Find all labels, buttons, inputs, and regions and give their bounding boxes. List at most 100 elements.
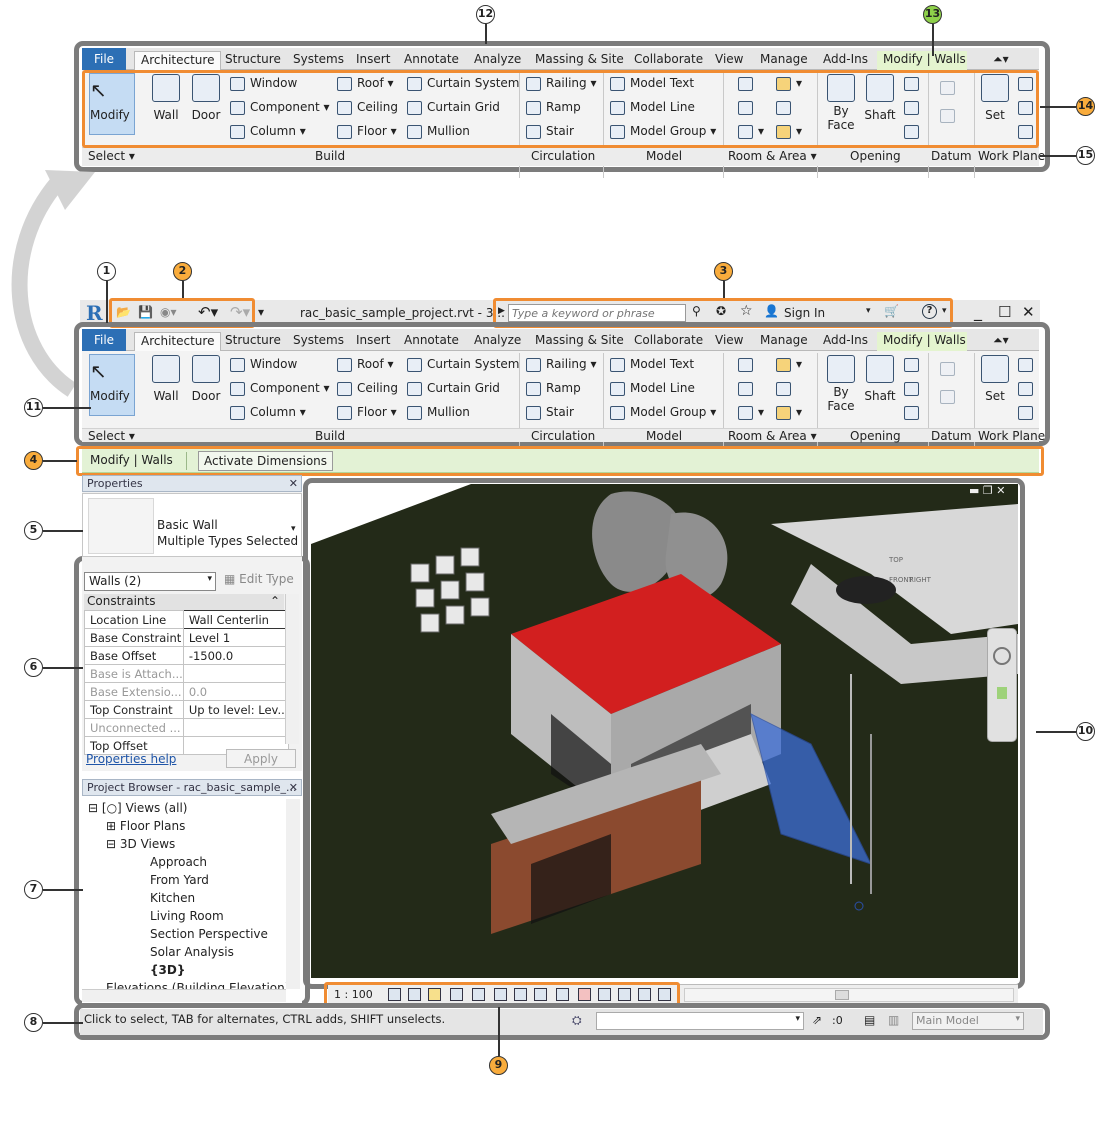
tree-3d-views[interactable]: ⊟ 3D Views <box>106 837 175 851</box>
editable-only-icon[interactable]: ⇗ <box>812 1013 822 1027</box>
tab-analyze[interactable]: Analyze <box>468 332 527 351</box>
properties-scrollbar[interactable] <box>285 594 299 744</box>
edit-type-button[interactable]: ▦ Edit Type <box>224 572 294 586</box>
area-icon[interactable]: ▾ <box>776 357 802 372</box>
door-button[interactable]: Door <box>188 355 224 403</box>
room-area-dropdown[interactable]: Room & Area ▾ <box>728 429 817 443</box>
tab-view[interactable]: View <box>709 51 749 70</box>
ceiling-button[interactable]: Ceiling <box>337 381 398 396</box>
tab-manage[interactable]: Manage <box>754 332 814 351</box>
tab-file[interactable]: File <box>82 329 126 351</box>
tab-systems[interactable]: Systems <box>287 51 350 70</box>
design-option-dropdown[interactable]: Main Model ▾ <box>912 1012 1024 1030</box>
maximize-icon[interactable]: ☐ <box>998 303 1011 321</box>
window-button[interactable]: Window <box>230 357 297 372</box>
tab-manage[interactable]: Manage <box>754 51 814 70</box>
design-options-editable-icon[interactable]: ▥ <box>888 1013 899 1027</box>
tab-massing-site[interactable]: Massing & Site <box>529 51 630 70</box>
viewer-icon[interactable] <box>1018 405 1038 420</box>
tab-modify-walls[interactable]: Modify | Walls <box>877 51 967 70</box>
tree-elevations[interactable]: Elevations (Building Elevation) <box>106 981 289 989</box>
tree-view-3d-current[interactable]: {3D} <box>150 963 185 977</box>
tab-massing-site[interactable]: Massing & Site <box>529 332 630 351</box>
tab-systems[interactable]: Systems <box>287 332 350 351</box>
level-icon[interactable] <box>940 361 960 376</box>
tab-architecture[interactable]: Architecture <box>134 51 222 70</box>
tree-views-all[interactable]: ⊟ [○] Views (all) <box>88 801 188 815</box>
mullion-button[interactable]: Mullion <box>407 405 470 420</box>
view-restore-icon[interactable]: ❐ <box>983 484 993 497</box>
constraints-header[interactable]: Constraints ⌃ <box>84 594 284 610</box>
tab-annotate[interactable]: Annotate <box>398 51 465 70</box>
property-value[interactable]: -1500.0 <box>182 646 290 665</box>
tree-view-from-yard[interactable]: From Yard <box>150 873 209 887</box>
view-close-icon[interactable]: ✕ <box>996 484 1005 497</box>
view-minimize-icon[interactable]: ▬ <box>969 484 979 497</box>
ref-plane-icon[interactable] <box>1018 381 1038 396</box>
show-workplane-icon[interactable] <box>1018 357 1038 372</box>
type-selector[interactable]: Basic Wall Multiple Types Selected ▾ <box>82 493 302 557</box>
browser-hscrollbar[interactable] <box>82 989 286 1002</box>
property-value[interactable]: Level 1 <box>182 628 290 647</box>
model-line-button[interactable]: Model Line <box>610 381 695 396</box>
view-hscrollbar[interactable] <box>684 988 1014 1002</box>
tab-structure[interactable]: Structure <box>219 332 287 351</box>
area-boundary-icon[interactable] <box>776 381 796 396</box>
property-row[interactable]: Base Extensio... 0.0 <box>84 682 290 701</box>
tab-file[interactable]: File <box>82 48 126 70</box>
grid-icon[interactable] <box>940 389 960 404</box>
stair-button[interactable]: Stair <box>526 405 574 420</box>
ribbon-minimize-icon[interactable]: ⏶▾ <box>987 332 1015 351</box>
tab-modify-walls[interactable]: Modify | Walls <box>877 332 967 351</box>
type-dropdown-icon[interactable]: ▾ <box>291 524 296 534</box>
tag-room-icon[interactable] <box>738 381 758 396</box>
wall-opening-icon[interactable] <box>904 357 924 372</box>
property-value[interactable]: 0.0 <box>182 682 290 701</box>
property-row[interactable]: Location Line Wall Centerlin <box>84 610 290 629</box>
tree-floor-plans[interactable]: ⊞ Floor Plans <box>106 819 185 833</box>
instance-selector[interactable]: Walls (2) ▾ <box>84 572 216 591</box>
railing-button[interactable]: Railing ▾ <box>526 357 597 372</box>
properties-help-link[interactable]: Properties help <box>86 752 176 766</box>
close-icon[interactable]: ✕ <box>1022 303 1035 321</box>
property-value[interactable] <box>182 664 290 683</box>
customize-qat-icon[interactable]: ▾ <box>258 305 264 319</box>
apply-button[interactable]: Apply <box>226 749 296 768</box>
model-text-button[interactable]: Model Text <box>610 357 694 372</box>
property-value[interactable]: Wall Centerlin <box>182 610 290 629</box>
properties-close-icon[interactable]: ✕ <box>289 476 298 491</box>
tab-add-ins[interactable]: Add-Ins <box>817 51 874 70</box>
tree-view-kitchen[interactable]: Kitchen <box>150 891 195 905</box>
floor-button[interactable]: Floor ▾ <box>337 405 397 420</box>
property-row[interactable]: Base is Attach... <box>84 664 290 683</box>
component-button[interactable]: Component ▾ <box>230 381 330 396</box>
drawing-area[interactable]: TOP FRONT RIGHT ▬ ❐ ✕ <box>311 484 1018 978</box>
tab-insert[interactable]: Insert <box>350 332 396 351</box>
tab-collaborate[interactable]: Collaborate <box>628 51 709 70</box>
tab-insert[interactable]: Insert <box>350 51 396 70</box>
tree-view-living-room[interactable]: Living Room <box>150 909 224 923</box>
modify-button[interactable]: ↖ Modify <box>89 354 135 416</box>
property-row[interactable]: Base Offset -1500.0 <box>84 646 290 665</box>
property-row[interactable]: Base Constraint Level 1 <box>84 628 290 647</box>
tag-area-icon[interactable]: ▾ <box>776 405 802 420</box>
room-separator-icon[interactable]: ▾ <box>738 405 764 420</box>
tab-structure[interactable]: Structure <box>219 51 287 70</box>
room-icon[interactable] <box>738 357 758 372</box>
tab-annotate[interactable]: Annotate <box>398 332 465 351</box>
set-button[interactable]: Set <box>980 355 1010 403</box>
ramp-button[interactable]: Ramp <box>526 381 581 396</box>
model-group-button[interactable]: Model Group ▾ <box>610 405 716 420</box>
roof-button[interactable]: Roof ▾ <box>337 357 394 372</box>
wall-button[interactable]: Wall <box>148 355 184 403</box>
worksets-icon[interactable]: ⛭ <box>572 1013 582 1028</box>
tab-collaborate[interactable]: Collaborate <box>628 332 709 351</box>
minimize-icon[interactable]: _ <box>974 302 982 321</box>
room-area-dropdown[interactable]: Room & Area ▾ <box>728 149 817 163</box>
design-options-icon[interactable]: ▤ <box>864 1013 875 1027</box>
browser-vscrollbar[interactable] <box>286 799 300 989</box>
curtain-grid-button[interactable]: Curtain Grid <box>407 381 500 396</box>
project-browser-close-icon[interactable]: ✕ <box>289 780 298 795</box>
property-row[interactable]: Unconnected ... <box>84 718 290 737</box>
tab-analyze[interactable]: Analyze <box>468 51 527 70</box>
